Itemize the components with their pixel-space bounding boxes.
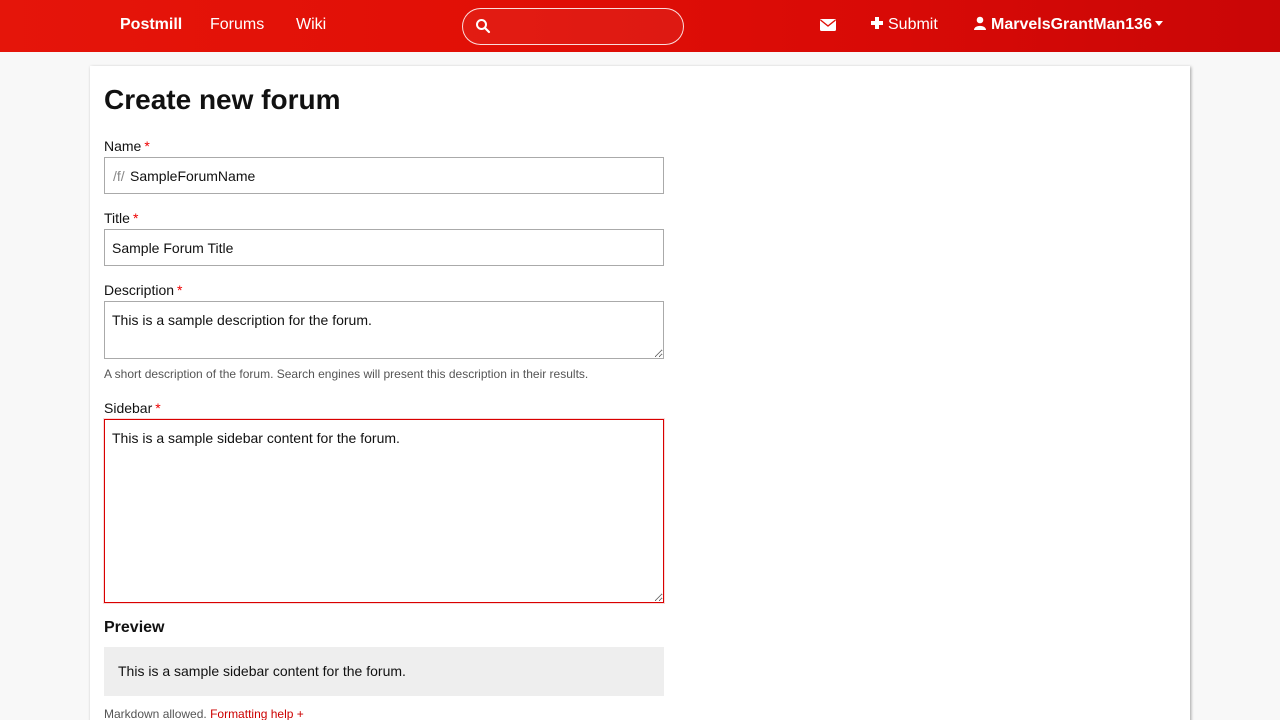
search-icon bbox=[476, 19, 491, 34]
submit-link[interactable]: Submit bbox=[870, 16, 938, 34]
nav-forums-link[interactable]: Forums bbox=[210, 16, 264, 34]
user-icon bbox=[974, 16, 986, 30]
page-title: Create new forum bbox=[104, 84, 341, 115]
description-textarea[interactable]: This is a sample description for the for… bbox=[104, 301, 664, 359]
username-label: MarvelsGrantMan136 bbox=[991, 16, 1152, 33]
submit-label: Submit bbox=[888, 16, 938, 33]
markdown-note: Markdown allowed. Formatting help + bbox=[104, 707, 304, 720]
preview-heading: Preview bbox=[104, 619, 165, 636]
sidebar-label: Sidebar * bbox=[104, 400, 161, 416]
name-label-text: Name bbox=[104, 138, 142, 154]
preview-box: This is a sample sidebar content for the… bbox=[104, 647, 664, 696]
top-navbar: Postmill Forums Wiki Submit MarvelsGrant… bbox=[0, 0, 1280, 52]
sidebar-textarea[interactable]: This is a sample sidebar content for the… bbox=[104, 419, 664, 603]
description-label-text: Description bbox=[104, 282, 175, 298]
title-label: Title * bbox=[104, 210, 138, 226]
title-label-text: Title bbox=[104, 210, 130, 226]
required-marker: * bbox=[177, 282, 183, 298]
description-label: Description * bbox=[104, 282, 182, 298]
caret-down-icon bbox=[1154, 21, 1163, 26]
brand-link[interactable]: Postmill bbox=[120, 16, 182, 34]
required-marker: * bbox=[155, 400, 161, 416]
name-field: /f/ bbox=[104, 157, 664, 194]
envelope-icon bbox=[820, 19, 836, 31]
preview-content: This is a sample sidebar content for the… bbox=[118, 663, 406, 679]
name-input[interactable] bbox=[130, 164, 650, 188]
nav-wiki-link[interactable]: Wiki bbox=[296, 16, 326, 34]
title-input[interactable] bbox=[104, 229, 664, 266]
formatting-help-link[interactable]: Formatting help + bbox=[210, 707, 304, 720]
search-input[interactable] bbox=[493, 15, 673, 39]
search-box[interactable] bbox=[462, 8, 684, 45]
name-label: Name * bbox=[104, 138, 150, 154]
user-menu-toggle[interactable]: MarvelsGrantMan136 bbox=[974, 16, 1163, 34]
markdown-note-text: Markdown allowed. bbox=[104, 707, 207, 720]
required-marker: * bbox=[132, 210, 139, 226]
name-prefix: /f/ bbox=[113, 168, 125, 184]
required-marker: * bbox=[144, 138, 150, 154]
sidebar-label-text: Sidebar bbox=[104, 400, 153, 416]
description-help-text: A short description of the forum. Search… bbox=[104, 367, 589, 381]
plus-icon bbox=[871, 17, 883, 29]
